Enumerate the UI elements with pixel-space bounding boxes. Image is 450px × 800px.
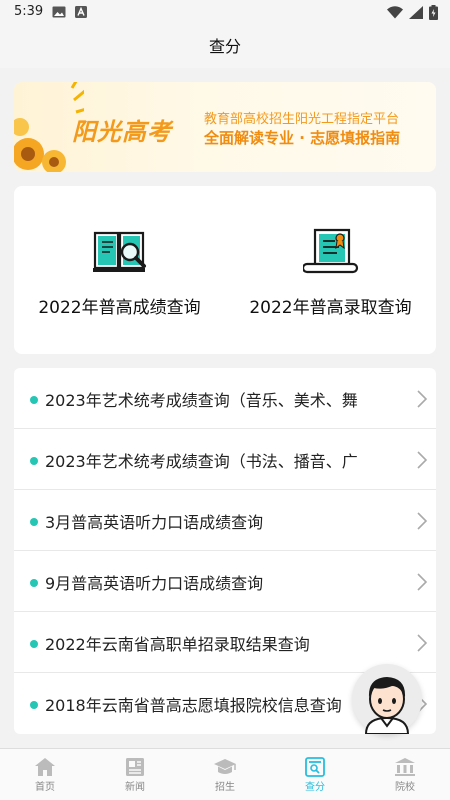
bullet-dot — [30, 701, 38, 709]
list-item-label: 9月普高英语听力口语成绩查询 — [45, 574, 264, 593]
university-icon — [395, 758, 415, 776]
quick-links-card: 2022年普高成绩查询 2022年普高录取查询 — [14, 186, 436, 354]
chevron-right-icon — [417, 390, 428, 408]
list-item-label: 2023年艺术统考成绩查询（书法、播音、广 — [45, 452, 358, 471]
admission-query-button[interactable]: 2022年普高录取查询 — [225, 186, 436, 354]
chevron-right-icon — [417, 451, 428, 469]
nav-home[interactable]: 首页 — [0, 749, 90, 800]
nav-label: 首页 — [35, 782, 55, 793]
nav-label: 招生 — [215, 782, 235, 793]
list-item-label: 2018年云南省普高志愿填报院校信息查询 — [45, 696, 342, 715]
home-icon — [35, 758, 55, 776]
chevron-right-icon — [417, 573, 428, 591]
score-search-icon — [305, 757, 325, 777]
certificate-scroll-icon — [303, 228, 359, 274]
app-notification-icon — [75, 6, 87, 18]
book-magnifier-icon — [93, 231, 146, 272]
image-notification-icon — [52, 6, 66, 18]
list-item[interactable]: 2023年艺术统考成绩查询（音乐、美术、舞 — [14, 368, 436, 429]
nav-label: 院校 — [395, 782, 415, 793]
score-query-button[interactable]: 2022年普高成绩查询 — [14, 186, 225, 354]
bullet-dot — [30, 579, 38, 587]
nav-universities[interactable]: 院校 — [360, 749, 450, 800]
list-item[interactable]: 9月普高英语听力口语成绩查询 — [14, 551, 436, 612]
list-item[interactable]: 3月普高英语听力口语成绩查询 — [14, 490, 436, 551]
chevron-right-icon — [417, 634, 428, 652]
nav-admissions[interactable]: 招生 — [180, 749, 270, 800]
news-icon — [126, 758, 144, 776]
status-time: 5:39 — [14, 4, 44, 19]
battery-icon — [429, 5, 438, 20]
nav-label: 新闻 — [125, 782, 145, 793]
list-item-label: 2022年云南省高职单招录取结果查询 — [45, 635, 310, 654]
wifi-icon — [387, 6, 403, 19]
score-query-label: 2022年普高成绩查询 — [38, 298, 201, 318]
signal-icon — [409, 6, 423, 19]
banner-subtitle: 教育部高校招生阳光工程指定平台 — [204, 112, 400, 127]
app-header: 查分 — [0, 26, 450, 68]
admission-query-label: 2022年普高录取查询 — [249, 298, 412, 318]
banner-slogan: 全面解读专业 · 志愿填报指南 — [204, 129, 401, 147]
bullet-dot — [30, 640, 38, 648]
banner[interactable]: 阳光高考 教育部高校招生阳光工程指定平台 全面解读专业 · 志愿填报指南 — [14, 82, 436, 172]
bullet-dot — [30, 518, 38, 526]
bullet-dot — [30, 457, 38, 465]
avatar-face-icon — [364, 677, 410, 735]
bullet-dot — [30, 396, 38, 404]
page-title: 查分 — [208, 37, 241, 56]
list-item-label: 3月普高英语听力口语成绩查询 — [45, 513, 264, 532]
status-bar: 5:39 — [0, 0, 450, 26]
graduation-cap-icon — [214, 759, 236, 774]
list-item-label: 2023年艺术统考成绩查询（音乐、美术、舞 — [45, 391, 358, 410]
nav-scores[interactable]: 查分 — [270, 749, 360, 800]
nav-news[interactable]: 新闻 — [90, 749, 180, 800]
chevron-right-icon — [417, 512, 428, 530]
assistant-avatar-button[interactable] — [352, 664, 422, 735]
list-item[interactable]: 2023年艺术统考成绩查询（书法、播音、广 — [14, 429, 436, 490]
nav-label: 查分 — [305, 782, 325, 793]
banner-logo: 阳光高考 — [72, 118, 172, 146]
bottom-nav: 首页 新闻 招生 查分 院校 — [0, 748, 450, 800]
